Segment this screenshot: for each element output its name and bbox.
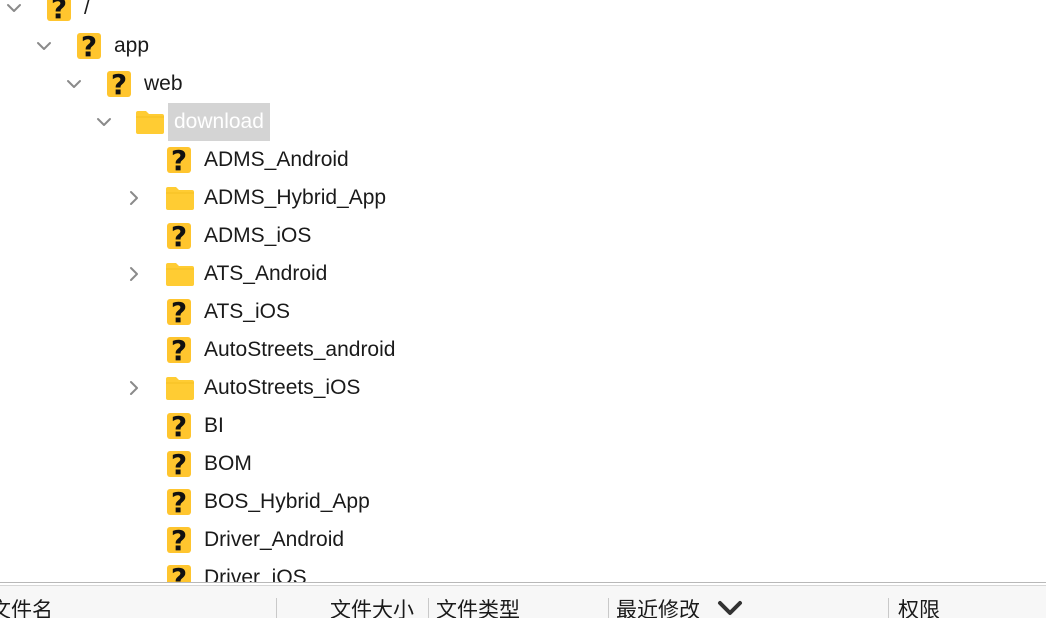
tree-row[interactable]: ? ADMS_iOS [0,217,1046,255]
question-file-icon: ? [164,220,196,252]
question-file-icon: ? [164,524,196,556]
tree-item-label[interactable]: ATS_Android [204,259,327,289]
svg-text:?: ? [171,410,187,442]
tree-row[interactable]: AutoStreets_iOS [0,369,1046,407]
pane-divider[interactable] [0,582,1046,583]
question-file-icon: ? [164,562,196,582]
tree-row[interactable]: ? app [0,27,1046,65]
folder-icon [164,372,196,404]
tree-item-label[interactable]: ADMS_Android [204,145,349,175]
column-header-permissions[interactable]: 权限 [898,598,940,618]
question-file-icon: ? [164,144,196,176]
svg-text:?: ? [51,0,67,24]
question-file-icon: ? [44,0,76,24]
column-separator[interactable] [608,598,609,618]
tree-item-label[interactable]: app [114,31,149,61]
question-file-icon: ? [164,410,196,442]
svg-text:?: ? [171,334,187,366]
column-header-filename[interactable]: 文件名 [0,598,53,618]
tree-item-label[interactable]: AutoStreets_iOS [204,373,360,403]
remote-directory-tree[interactable]: ? /? app? web download? ADMS_Android ADMS_Hybr… [0,0,1046,582]
tree-row[interactable]: ? BOS_Hybrid_App [0,483,1046,521]
column-separator[interactable] [276,598,277,618]
tree-item-label[interactable]: ADMS_Hybrid_App [204,183,386,213]
svg-text:?: ? [81,30,97,62]
svg-text:?: ? [171,144,187,176]
tree-item-label[interactable]: AutoStreets_android [204,335,395,365]
question-file-icon: ? [164,296,196,328]
svg-text:?: ? [171,524,187,556]
chevron-down-icon[interactable] [34,36,54,56]
tree-row[interactable]: ? ADMS_Android [0,141,1046,179]
column-header-modified[interactable]: 最近修改 [616,598,700,618]
sort-descending-icon[interactable] [716,600,744,618]
tree-item-label[interactable]: Driver_iOS [204,563,307,582]
tree-row[interactable]: ? Driver_iOS [0,559,1046,582]
column-header-size[interactable]: 文件大小 [330,598,414,618]
folder-icon [164,258,196,290]
column-separator[interactable] [428,598,429,618]
chevron-right-icon[interactable] [124,378,144,398]
folder-icon [164,182,196,214]
tree-item-label[interactable]: ADMS_iOS [204,221,311,251]
chevron-down-icon[interactable] [94,112,114,132]
tree-row[interactable]: ? ATS_iOS [0,293,1046,331]
tree-item-label[interactable]: BOM [204,449,252,479]
svg-text:?: ? [171,562,187,582]
tree-row[interactable]: ? AutoStreets_android [0,331,1046,369]
tree-item-label[interactable]: BOS_Hybrid_App [204,487,370,517]
tree-row[interactable]: ? BI [0,407,1046,445]
tree-row[interactable]: ATS_Android [0,255,1046,293]
file-list-header: 文件名 文件大小 文件类型 最近修改 权限 [0,586,1046,618]
tree-item-label[interactable]: ATS_iOS [204,297,290,327]
svg-text:?: ? [171,296,187,328]
chevron-down-icon[interactable] [4,0,24,18]
tree-row[interactable]: ? Driver_Android [0,521,1046,559]
svg-text:?: ? [171,486,187,518]
svg-text:?: ? [171,220,187,252]
tree-row[interactable]: ADMS_Hybrid_App [0,179,1046,217]
column-header-type[interactable]: 文件类型 [436,598,520,618]
question-file-icon: ? [164,448,196,480]
tree-row[interactable]: download [0,103,1046,141]
tree-item-label[interactable]: web [144,69,183,99]
folder-icon [134,106,166,138]
chevron-right-icon[interactable] [124,264,144,284]
svg-text:?: ? [171,448,187,480]
tree-row[interactable]: ? BOM [0,445,1046,483]
tree-row[interactable]: ? / [0,0,1046,27]
tree-item-label[interactable]: download [168,103,270,141]
svg-text:?: ? [111,68,127,100]
question-file-icon: ? [164,486,196,518]
question-file-icon: ? [164,334,196,366]
question-file-icon: ? [104,68,136,100]
tree-item-label[interactable]: Driver_Android [204,525,344,555]
tree-row[interactable]: ? web [0,65,1046,103]
tree-item-label[interactable]: / [84,0,90,23]
column-separator[interactable] [888,598,889,618]
chevron-right-icon[interactable] [124,188,144,208]
question-file-icon: ? [74,30,106,62]
chevron-down-icon[interactable] [64,74,84,94]
tree-item-label[interactable]: BI [204,411,224,441]
